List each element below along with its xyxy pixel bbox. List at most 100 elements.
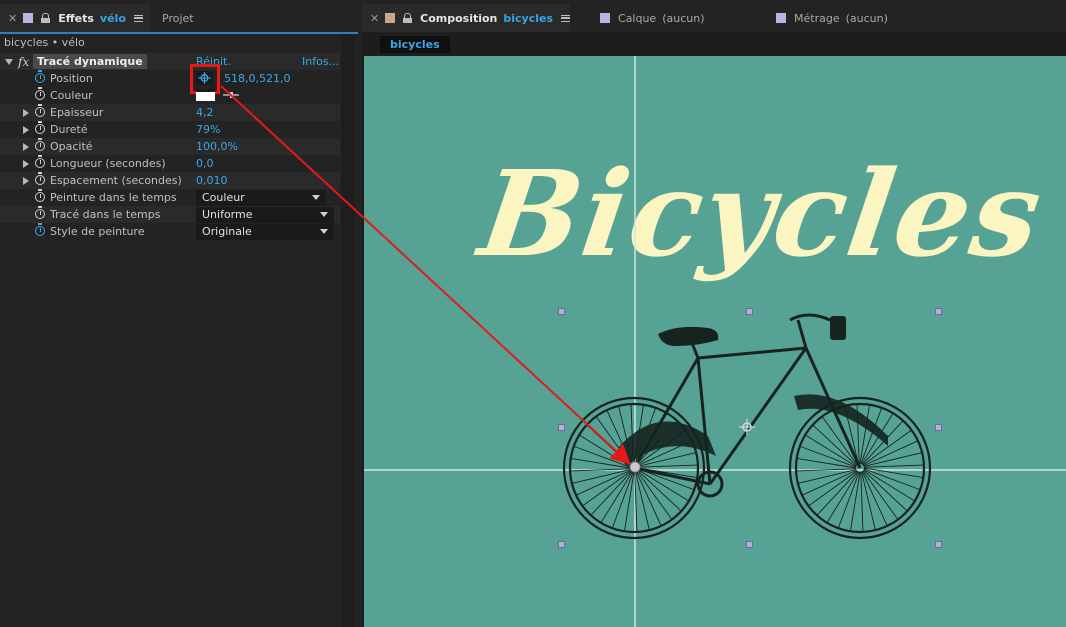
stopwatch-icon[interactable] xyxy=(35,155,45,168)
property-name: Epaisseur xyxy=(50,106,104,119)
stopwatch-icon[interactable] xyxy=(35,104,45,117)
property-name: Longueur (secondes) xyxy=(50,157,166,170)
position-value[interactable]: 518,0,521,0 xyxy=(224,72,290,85)
stopwatch-icon[interactable] xyxy=(35,206,45,219)
property-name: Style de peinture xyxy=(50,225,145,238)
transform-handle[interactable] xyxy=(746,308,753,315)
tab-effects-label: Effets xyxy=(58,11,94,25)
wheel-spoke xyxy=(572,469,631,484)
stopwatch-icon[interactable] xyxy=(35,223,45,236)
dropdown-value: Couleur xyxy=(202,191,245,204)
property-value[interactable]: 100,0% xyxy=(196,140,238,153)
close-icon[interactable]: ✕ xyxy=(370,12,379,25)
effect-name[interactable]: Tracé dynamique xyxy=(33,54,147,69)
stopwatch-icon[interactable] xyxy=(35,138,45,151)
transform-handle[interactable] xyxy=(746,541,753,548)
stopwatch-icon[interactable] xyxy=(35,172,45,185)
stopwatch-icon[interactable] xyxy=(35,121,45,134)
transform-handle[interactable] xyxy=(558,424,565,431)
tab-footage-value: (aucun) xyxy=(845,11,888,25)
stopwatch-icon[interactable] xyxy=(35,70,45,83)
wheel-spoke xyxy=(860,471,864,531)
property-value[interactable]: 79% xyxy=(196,123,220,136)
tab-effects-layer: vélo xyxy=(99,11,126,25)
stopwatch-icon[interactable] xyxy=(35,189,45,202)
wheel-spoke xyxy=(862,470,898,519)
composition-panel: ✕ Composition bicycles Calque (aucun) Mé… xyxy=(362,0,1066,627)
stroke-time-dropdown[interactable]: Uniforme xyxy=(196,206,334,223)
effect-position-point[interactable] xyxy=(628,460,642,474)
chevron-down-icon xyxy=(312,194,320,200)
anchor-point-icon[interactable] xyxy=(739,419,755,435)
property-name: Opacité xyxy=(50,140,93,153)
lock-icon[interactable] xyxy=(41,13,51,23)
panel-color-icon xyxy=(776,13,786,23)
fx-toggle-icon[interactable]: fx xyxy=(18,55,29,69)
expand-triangle-icon[interactable] xyxy=(23,159,29,168)
wheel-spoke xyxy=(571,458,631,469)
transform-handle[interactable] xyxy=(558,308,565,315)
color-swatch[interactable] xyxy=(196,89,215,101)
paint-style-dropdown[interactable]: Originale xyxy=(196,223,334,240)
tab-composition-name: bicycles xyxy=(503,11,554,25)
property-name: Position xyxy=(50,72,93,85)
transform-handle[interactable] xyxy=(935,308,942,315)
expand-triangle-icon[interactable] xyxy=(23,125,29,134)
composition-viewer[interactable]: Bicycles xyxy=(364,56,1066,627)
wheel-spoke xyxy=(635,471,650,530)
property-value[interactable]: 0,0 xyxy=(196,157,214,170)
wheel-spoke xyxy=(583,470,632,506)
property-row-color: Couleur xyxy=(0,87,340,104)
property-name: Peinture dans le temps xyxy=(50,191,177,204)
expand-triangle-icon[interactable] xyxy=(23,176,29,185)
effect-header-row[interactable]: fx Tracé dynamique Réinit. Infos... xyxy=(0,53,340,70)
wheel-spoke xyxy=(863,467,923,478)
wheel-spoke xyxy=(850,471,861,531)
transform-handle[interactable] xyxy=(935,541,942,548)
property-row-position: Position 518,0,521,0 xyxy=(0,70,340,87)
property-name: Couleur xyxy=(50,89,93,102)
breadcrumb: bicycles • vélo xyxy=(4,36,85,49)
wheel-spoke xyxy=(624,471,635,531)
wheel-spoke xyxy=(637,464,697,468)
property-row-hardness: Dureté 79% xyxy=(0,121,340,138)
property-value[interactable]: 0,010 xyxy=(196,174,228,187)
lock-icon[interactable] xyxy=(403,13,413,23)
tab-footage-label: Métrage xyxy=(794,11,840,25)
info-link[interactable]: Infos... xyxy=(302,55,339,68)
tab-composition-label: Composition xyxy=(420,11,498,25)
tab-project[interactable]: Projet xyxy=(162,4,194,32)
paint-time-dropdown[interactable]: Couleur xyxy=(196,189,326,206)
left-tab-bar: ✕ Effets vélo Projet xyxy=(0,0,358,34)
tab-footage[interactable]: Métrage (aucun) xyxy=(776,4,888,32)
property-row-paint-style: Style de peinture Originale xyxy=(0,223,340,240)
wheel-spoke xyxy=(636,470,672,519)
panel-color-icon xyxy=(600,13,610,23)
tab-layer[interactable]: Calque (aucun) xyxy=(600,4,705,32)
collapse-triangle-icon[interactable] xyxy=(5,58,13,65)
panel-menu-icon[interactable] xyxy=(133,14,143,22)
panel-color-icon xyxy=(385,13,396,23)
transform-handle[interactable] xyxy=(935,424,942,431)
tab-effects[interactable]: ✕ Effets vélo xyxy=(0,4,150,32)
right-tab-bar: ✕ Composition bicycles Calque (aucun) Mé… xyxy=(362,0,1066,34)
composition-name-tab[interactable]: bicycles xyxy=(380,36,450,53)
expand-triangle-icon[interactable] xyxy=(23,142,29,151)
canvas-title-text: Bicycles xyxy=(472,144,1051,283)
panel-scrollbar[interactable] xyxy=(341,34,355,627)
stopwatch-icon[interactable] xyxy=(35,87,45,100)
panel-color-icon xyxy=(23,13,34,23)
tab-layer-value: (aucun) xyxy=(662,11,705,25)
dropdown-value: Uniforme xyxy=(202,208,253,221)
tab-composition[interactable]: ✕ Composition bicycles xyxy=(362,4,570,32)
close-icon[interactable]: ✕ xyxy=(8,12,17,25)
panel-menu-icon[interactable] xyxy=(561,14,570,22)
transform-handle[interactable] xyxy=(558,541,565,548)
property-value[interactable]: 4,2 xyxy=(196,106,214,119)
wheel-spoke xyxy=(863,452,922,467)
tab-project-label: Projet xyxy=(162,11,194,25)
property-row-paint-time: Peinture dans le temps Couleur xyxy=(0,189,340,206)
chevron-down-icon xyxy=(320,211,328,217)
expand-triangle-icon[interactable] xyxy=(23,108,29,117)
eyedropper-icon[interactable] xyxy=(222,90,240,100)
